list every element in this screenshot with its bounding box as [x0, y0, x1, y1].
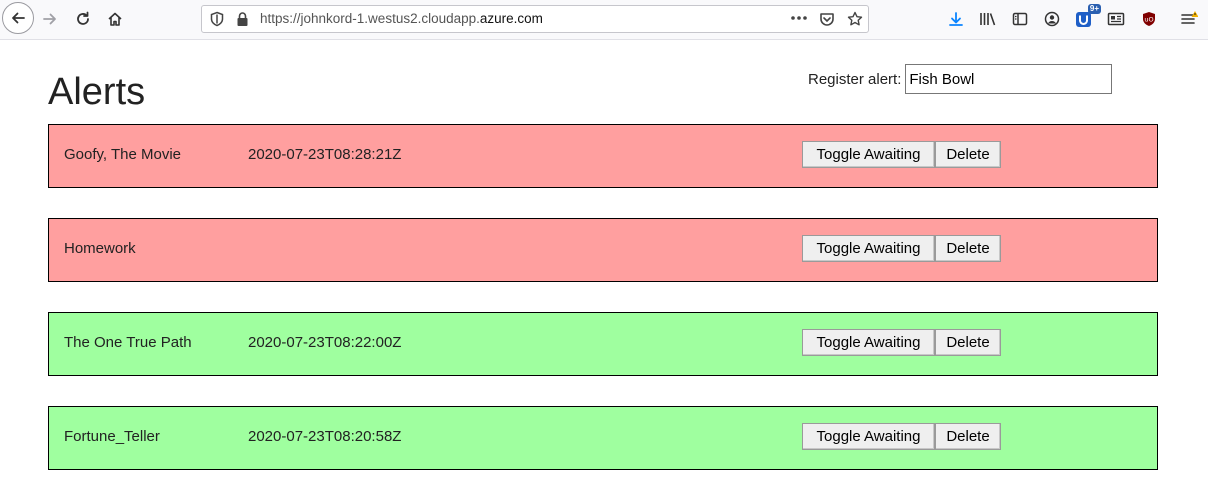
- alert-row: Fortune_Teller 2020-07-23T08:20:58Z Togg…: [48, 406, 1158, 470]
- shield-icon[interactable]: [210, 11, 224, 27]
- hamburger-menu-icon: [1181, 11, 1198, 24]
- alert-row: Homework Toggle Awaiting Delete: [48, 218, 1158, 282]
- address-bar[interactable]: https://johnkord-1.westus2.cloudapp.azur…: [201, 5, 869, 33]
- page-actions-icon[interactable]: [791, 15, 807, 21]
- lock-icon[interactable]: [236, 11, 249, 27]
- reader-icon: [1107, 12, 1125, 26]
- alert-timestamp: 2020-07-23T08:20:58Z: [248, 428, 402, 445]
- register-alert-input[interactable]: [905, 64, 1113, 94]
- alert-name: Fortune_Teller: [64, 428, 160, 445]
- reload-icon: [77, 11, 89, 25]
- account-icon: [1044, 11, 1060, 27]
- alert-row: Goofy, The Movie 2020-07-23T08:28:21Z To…: [48, 124, 1158, 188]
- toggle-awaiting-button[interactable]: Toggle Awaiting: [802, 423, 935, 450]
- forward-arrow-icon: [43, 13, 56, 25]
- toggle-awaiting-button[interactable]: Toggle Awaiting: [802, 235, 935, 262]
- browser-toolbar: https://johnkord-1.westus2.cloudapp.azur…: [0, 0, 1208, 40]
- register-alert-label: Register alert:: [808, 70, 902, 88]
- toggle-awaiting-button[interactable]: Toggle Awaiting: [802, 141, 935, 168]
- alert-timestamp: 2020-07-23T08:28:21Z: [248, 146, 402, 163]
- delete-button[interactable]: Delete: [935, 329, 1001, 356]
- toggle-awaiting-button[interactable]: Toggle Awaiting: [802, 329, 935, 356]
- bookmark-star-icon[interactable]: [847, 11, 863, 27]
- reload-button[interactable]: [69, 5, 97, 33]
- library-button[interactable]: [974, 5, 1002, 33]
- svg-text:uO: uO: [1144, 16, 1153, 24]
- ublock-button[interactable]: uO: [1135, 5, 1163, 33]
- library-icon: [980, 13, 996, 26]
- url-text: https://johnkord-1.westus2.cloudapp.azur…: [260, 11, 543, 26]
- register-alert-form: Register alert:: [808, 64, 1113, 94]
- extension-u-button[interactable]: 9+: [1070, 4, 1101, 33]
- sidebar-button[interactable]: [1006, 5, 1034, 33]
- extension-badge: 9+: [1087, 4, 1101, 14]
- alert-name: Homework: [64, 240, 136, 257]
- download-icon: [949, 12, 963, 26]
- alert-name: Goofy, The Movie: [64, 146, 181, 163]
- url-prefix: https://johnkord-1.westus2.cloudapp.: [260, 11, 480, 26]
- ublock-shield-icon: uO: [1143, 12, 1155, 26]
- pocket-icon[interactable]: [819, 11, 835, 27]
- back-arrow-icon: [12, 12, 25, 24]
- account-button[interactable]: [1038, 5, 1066, 33]
- alert-timestamp: 2020-07-23T08:22:00Z: [248, 334, 402, 351]
- downloads-button[interactable]: [942, 5, 970, 33]
- delete-button[interactable]: Delete: [935, 235, 1001, 262]
- forward-button[interactable]: [36, 5, 64, 33]
- alert-name: The One True Path: [64, 334, 192, 351]
- alert-row: The One True Path 2020-07-23T08:22:00Z T…: [48, 312, 1158, 376]
- sidebar-icon: [1012, 12, 1028, 26]
- url-domain: azure.com: [479, 11, 543, 26]
- back-button[interactable]: [2, 2, 34, 34]
- home-icon: [108, 12, 122, 26]
- delete-button[interactable]: Delete: [935, 423, 1001, 450]
- page-title: Alerts: [48, 71, 146, 113]
- reader-extension-button[interactable]: [1102, 5, 1130, 33]
- menu-button[interactable]: [1175, 5, 1203, 33]
- delete-button[interactable]: Delete: [935, 141, 1001, 168]
- home-button[interactable]: [101, 5, 129, 33]
